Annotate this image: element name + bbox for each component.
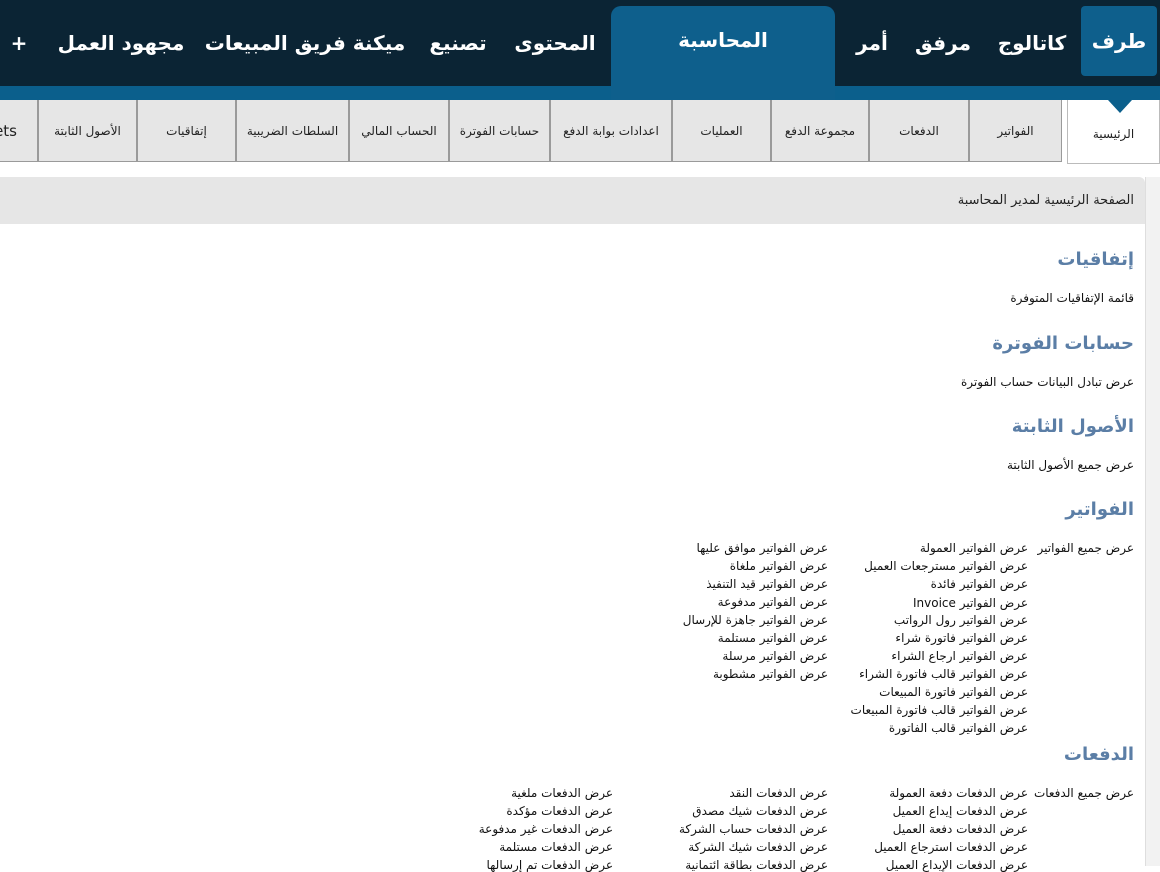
top-menu-item-sales-automation[interactable]: ميكنة فريق المبيعات bbox=[205, 0, 405, 86]
link-payment-method[interactable]: عرض الدفعات النقد bbox=[729, 786, 828, 800]
link-invoice-type[interactable]: عرض الفواتير ارجاع الشراء bbox=[891, 649, 1028, 663]
section-heading-fixed-assets: الأصول الثابتة bbox=[1011, 416, 1134, 437]
link-payment-method[interactable]: عرض الدفعات شيك الشركة bbox=[688, 840, 828, 854]
section-heading-payments: الدفعات bbox=[1063, 744, 1134, 765]
link-payment-type[interactable]: عرض الدفعات دفعة العميل bbox=[893, 822, 1028, 836]
link-payment-status[interactable]: عرض الدفعات غير مدفوعة bbox=[479, 822, 613, 836]
link-billing-account-data-exchange[interactable]: عرض تبادل البيانات حساب الفوترة bbox=[961, 375, 1134, 389]
link-invoice-status[interactable]: عرض الفواتير مرسلة bbox=[722, 649, 828, 663]
top-menu-item-facility[interactable]: مرفق bbox=[911, 0, 975, 86]
top-menu-more-button[interactable]: + bbox=[4, 0, 34, 86]
link-payment-type[interactable]: عرض الدفعات إيداع العميل bbox=[893, 804, 1028, 818]
link-invoice-type[interactable]: عرض الفواتير رول الرواتب bbox=[894, 613, 1028, 627]
link-invoice-type[interactable]: عرض الفواتير فائدة bbox=[931, 577, 1028, 591]
tab-financial-account[interactable]: الحساب المالي bbox=[349, 100, 449, 162]
link-invoice-status[interactable]: عرض الفواتير جاهزة للإرسال bbox=[683, 613, 828, 627]
link-invoice-type[interactable]: عرض الفواتير مسترجعات العميل bbox=[864, 559, 1028, 573]
top-menu-item-order[interactable]: أمر bbox=[846, 0, 898, 86]
link-payment-status[interactable]: عرض الدفعات مستلمة bbox=[499, 840, 613, 854]
link-invoice-status[interactable]: عرض الفواتير مدفوعة bbox=[718, 595, 828, 609]
top-menu-item-catalog[interactable]: كاتالوج bbox=[992, 0, 1072, 86]
link-payment-status[interactable]: عرض الدفعات تم إرسالها bbox=[486, 858, 613, 872]
tab-tax-authorities[interactable]: السلطات الضريبية bbox=[236, 100, 349, 162]
link-invoice-status[interactable]: عرض الفواتير مشطوبة bbox=[713, 667, 828, 681]
section-heading-agreements: إتفاقيات bbox=[1057, 249, 1134, 270]
vertical-scrollbar[interactable] bbox=[1145, 177, 1160, 866]
link-payment-method[interactable]: عرض الدفعات شيك مصدق bbox=[692, 804, 828, 818]
tab-transactions[interactable]: العمليات bbox=[672, 100, 771, 162]
link-payment-status[interactable]: عرض الدفعات مؤكدة bbox=[506, 804, 613, 818]
link-invoice-type[interactable]: عرض الفواتير فاتورة المبيعات bbox=[879, 685, 1028, 699]
link-agreements-list[interactable]: قائمة الإتفاقيات المتوفرة bbox=[1010, 291, 1134, 305]
link-invoice-type[interactable]: عرض الفواتير قالب فاتورة المبيعات bbox=[851, 703, 1028, 717]
tab-fixed-assets[interactable]: الأصول الثابتة bbox=[38, 100, 137, 162]
link-invoice-type[interactable]: عرض الفواتير قالب فاتورة الشراء bbox=[859, 667, 1028, 681]
page-title: الصفحة الرئيسية لمدير المحاسبة bbox=[957, 193, 1134, 208]
top-menu-item-work-effort[interactable]: مجهود العمل bbox=[58, 0, 185, 86]
link-payment-status[interactable]: عرض الدفعات ملغية bbox=[511, 786, 613, 800]
link-all-payments[interactable]: عرض جميع الدفعات bbox=[1034, 786, 1134, 800]
link-invoice-status[interactable]: عرض الفواتير موافق عليها bbox=[696, 541, 828, 555]
link-all-fixed-assets[interactable]: عرض جميع الأصول الثابتة bbox=[1007, 458, 1134, 472]
tab-budgets-partial[interactable]: ets bbox=[0, 100, 38, 162]
top-menu-item-manufacturing[interactable]: تصنيع bbox=[422, 0, 494, 86]
tab-payment-gateway-settings[interactable]: اعدادات بوابة الدفع bbox=[550, 100, 672, 162]
link-payment-method[interactable]: عرض الدفعات بطاقة ائتمانية bbox=[685, 858, 828, 872]
tab-payment-group[interactable]: مجموعة الدفع bbox=[771, 100, 869, 162]
section-heading-billing-accounts: حسابات الفوترة bbox=[992, 333, 1134, 354]
link-invoice-type[interactable]: عرض الفواتير قالب الفاتورة bbox=[889, 721, 1028, 735]
active-tab-caret-icon bbox=[1108, 100, 1132, 113]
top-menu-accent-strip bbox=[0, 86, 1160, 100]
link-invoice-type[interactable]: عرض الفواتير فاتورة شراء bbox=[895, 631, 1028, 645]
link-invoice-type[interactable]: عرض الفواتير العمولة bbox=[920, 541, 1028, 555]
link-invoice-type[interactable]: عرض الفواتير Invoice bbox=[913, 596, 1028, 610]
link-invoice-status[interactable]: عرض الفواتير مستلمة bbox=[718, 631, 828, 645]
link-invoice-status[interactable]: عرض الفواتير ملغاة bbox=[730, 559, 828, 573]
link-payment-method[interactable]: عرض الدفعات حساب الشركة bbox=[679, 822, 828, 836]
top-menu-item-content[interactable]: المحتوى bbox=[512, 0, 598, 86]
tab-payments[interactable]: الدفعات bbox=[869, 100, 969, 162]
link-payment-type[interactable]: عرض الدفعات الإيداع العميل bbox=[886, 858, 1028, 872]
link-all-invoices[interactable]: عرض جميع الفواتير bbox=[1038, 541, 1134, 555]
page-header: الصفحة الرئيسية لمدير المحاسبة bbox=[0, 177, 1145, 224]
tab-billing-accounts[interactable]: حسابات الفوترة bbox=[449, 100, 550, 162]
top-menu-item-accounting[interactable]: المحاسبة bbox=[611, 6, 835, 100]
tab-invoices[interactable]: الفواتير bbox=[969, 100, 1062, 162]
link-payment-type[interactable]: عرض الدفعات دفعة العمولة bbox=[889, 786, 1028, 800]
link-invoice-status[interactable]: عرض الفواتير قيد التنفيذ bbox=[706, 577, 828, 591]
tab-agreements[interactable]: إتفاقيات bbox=[137, 100, 236, 162]
section-heading-invoices: الفواتير bbox=[1065, 499, 1134, 520]
link-payment-type[interactable]: عرض الدفعات استرجاع العميل bbox=[874, 840, 1028, 854]
top-menu-item-party[interactable]: طرف bbox=[1081, 6, 1157, 76]
